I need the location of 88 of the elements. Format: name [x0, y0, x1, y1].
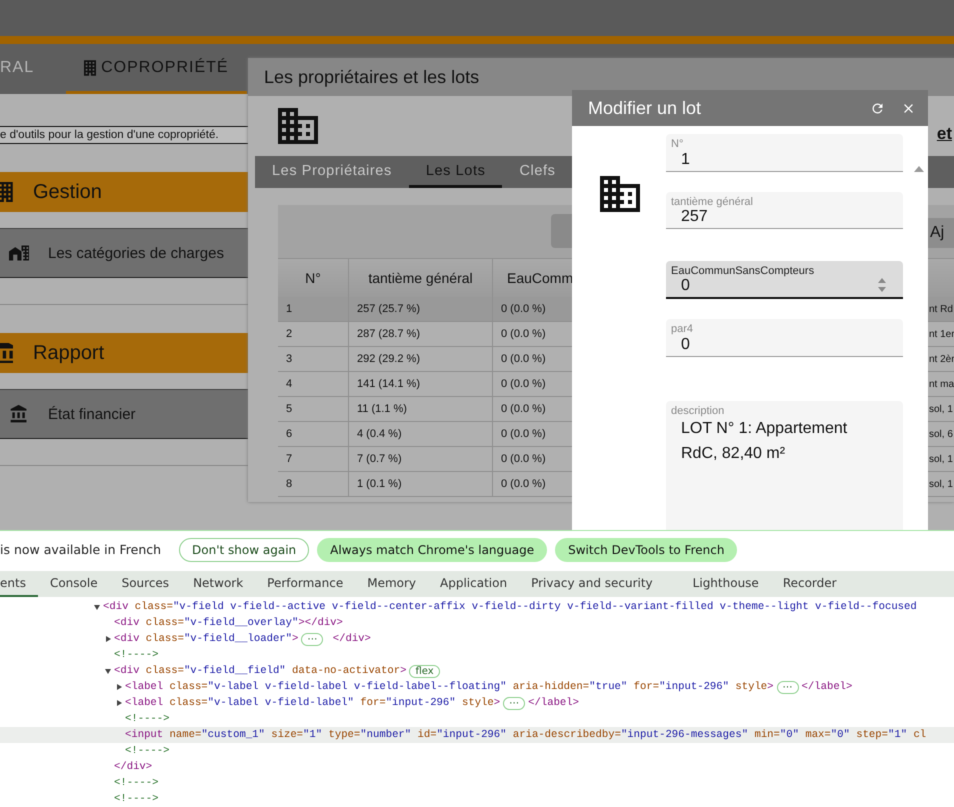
table-cell: 3	[278, 347, 349, 372]
expand-triangle-icon[interactable]	[115, 683, 123, 691]
table-cell: 4 (0.4 %)	[349, 422, 493, 447]
value-input[interactable]: 257	[666, 208, 881, 226]
infobar-button[interactable]: Always match Chrome's language	[317, 538, 548, 562]
menu-item[interactable]: État financier	[0, 389, 248, 439]
devtools-tab[interactable]: Console	[38, 571, 110, 597]
menu-item[interactable]: Les catégories de charges	[0, 228, 248, 278]
number-field[interactable]: EauCommunSansCompteurs 0	[666, 261, 903, 300]
section-header: Gestion	[0, 172, 248, 212]
devtools-tab[interactable]: Lighthouse	[680, 571, 771, 597]
table-cell: 8	[278, 472, 349, 497]
table-cell: 287 (28.7 %)	[349, 322, 493, 347]
table-cell: 11 (1.1 %)	[349, 397, 493, 422]
dom-line[interactable]: <!---->	[0, 647, 954, 663]
field-label: par4	[671, 323, 694, 336]
input-field[interactable]: par4 0	[666, 319, 903, 357]
value-input[interactable]: 1	[666, 150, 881, 169]
dialog-title: Modifier un lot	[588, 98, 702, 118]
field-label: description	[671, 404, 724, 417]
panel-tab[interactable]: Clefs	[502, 156, 572, 188]
table-cell: 292 (29.2 %)	[349, 347, 493, 372]
devtools-tab[interactable]: ents	[0, 571, 38, 597]
infobar-message: is now available in French	[0, 542, 162, 557]
dom-line[interactable]: <!---->	[0, 743, 954, 759]
table-cell: 4	[278, 372, 349, 397]
table-cell: 7 (0.7 %)	[349, 447, 493, 472]
dom-line[interactable]: <div class="v-field__loader"> ⋯ </div>	[0, 631, 954, 647]
column-header[interactable]: tantième général	[349, 258, 493, 297]
devtools-tab[interactable]: Recorder	[770, 571, 849, 597]
panel-tab[interactable]: Les Propriétaires	[255, 156, 409, 188]
houses-icon	[8, 243, 30, 263]
devtools-tab[interactable]: Performance	[255, 571, 356, 597]
expand-triangle-icon[interactable]	[104, 667, 112, 675]
table-cell: 7	[278, 447, 349, 472]
infobar-button[interactable]: Don't show again	[179, 538, 310, 562]
dom-line[interactable]: <!---->	[0, 791, 954, 807]
refresh-icon[interactable]	[870, 100, 885, 116]
bank-icon	[0, 343, 13, 363]
table-cell: nt Rd	[928, 297, 954, 322]
table-cell: sol, 1	[928, 397, 954, 422]
spinner-arrows-icon[interactable]	[877, 276, 887, 294]
table-cell: nt 1er	[928, 322, 954, 347]
table-cell: nt 2èr	[928, 347, 954, 372]
devtools-tab[interactable]: Memory	[355, 571, 428, 597]
description-field[interactable]: description LOT N° 1: Appartement RdC, 82,40 m²	[666, 400, 903, 530]
dom-line[interactable]: <!---->	[0, 711, 954, 727]
table-cell: 5	[278, 397, 349, 422]
input-field[interactable]: N° 1	[666, 134, 903, 172]
intro-text: e d'outils pour la gestion d'une copropriété.	[0, 126, 248, 144]
table-cell: sol, 6	[928, 422, 954, 447]
table-cell: 1	[278, 297, 349, 322]
dom-line[interactable]: <div class="v-field__overlay"></div>	[0, 615, 954, 631]
title-link[interactable]: et	[936, 124, 952, 144]
table-cell: 2	[278, 322, 349, 347]
section-header: Rapport	[0, 333, 248, 373]
dom-line[interactable]: <label class="v-label v-field-label v-field-label--floating" aria-hidden="true" for="input-296" style> ⋯ </label>	[0, 679, 954, 695]
expand-triangle-icon[interactable]	[93, 603, 101, 611]
field-label: EauCommunSansCompteurs	[671, 265, 814, 278]
infobar-button[interactable]: Switch DevTools to French	[555, 538, 738, 562]
dom-line[interactable]: </div>	[0, 759, 954, 775]
field-label: tantième général	[671, 196, 753, 208]
expand-triangle-icon[interactable]	[115, 699, 123, 707]
building-icon	[600, 176, 640, 212]
table-cell: 141 (14.1 %)	[349, 372, 493, 397]
building-icon	[0, 182, 13, 202]
table-cell: sol, 1	[928, 472, 954, 497]
input-field[interactable]: tantième général 257	[666, 192, 903, 230]
table-cell: 1 (0.1 %)	[349, 472, 493, 497]
dom-line[interactable]: <div class="v-field__field" data-no-activator> flex	[0, 663, 954, 679]
devtools-tab[interactable]: Network	[181, 571, 256, 597]
table-cell: nt ma	[928, 372, 954, 397]
devtools-tab[interactable]: Application	[428, 571, 520, 597]
column-header[interactable]: N°	[278, 258, 349, 297]
value-input[interactable]: 0	[666, 277, 881, 296]
expand-triangle-icon[interactable]	[104, 635, 112, 643]
table-cell: 257 (25.7 %)	[349, 297, 493, 322]
field-label: N°	[671, 138, 684, 150]
dom-line[interactable]: <div class="v-field v-field--active v-field--center-affix v-field--dirty v-field--variant-filled v-theme--light v-field--focused	[0, 599, 954, 615]
devtools-tab[interactable]: Sources	[110, 571, 182, 597]
table-cell: 6	[278, 422, 349, 447]
dom-line[interactable]: <!---->	[0, 775, 954, 791]
dom-line[interactable]: <label class="v-label v-field-label" for="input-296" style> ⋯ </label>	[0, 695, 954, 711]
building-icon	[278, 108, 318, 144]
table-cell: sol, 1	[928, 447, 954, 472]
panel-title: Les propriétaires et les lots	[264, 66, 480, 88]
scroll-up-arrow-icon[interactable]	[914, 166, 924, 172]
devtools-tab[interactable]: Privacy and security	[519, 571, 681, 597]
